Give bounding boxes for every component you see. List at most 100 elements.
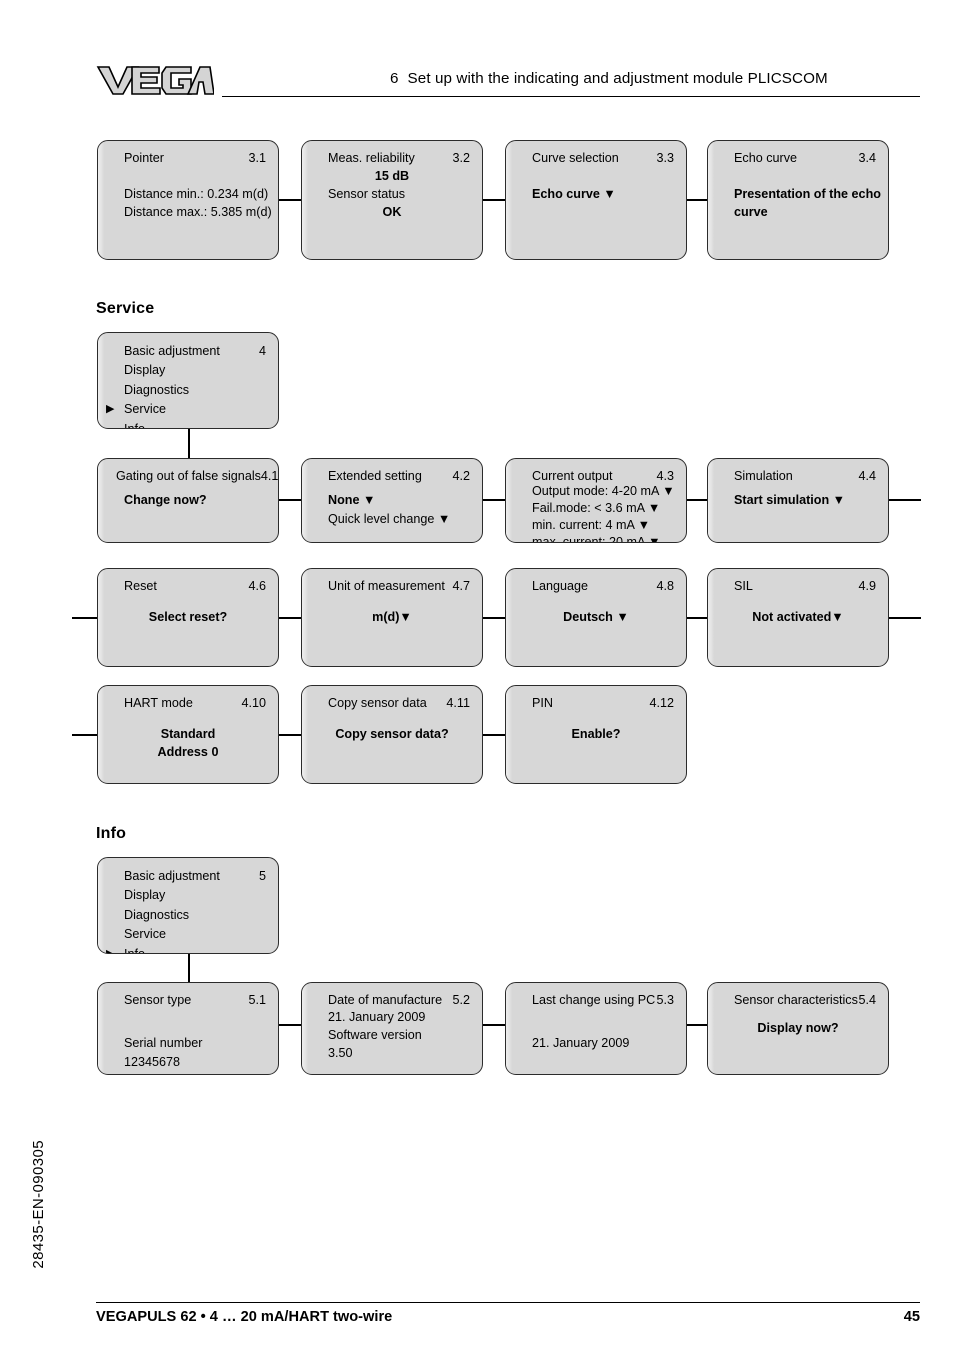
box-line: Select reset? (148, 610, 228, 624)
connector-4-9-wrap-right (889, 617, 921, 619)
box-header: Unit of measurement 4.7 (328, 578, 470, 594)
box-line: Sensor status (328, 187, 406, 201)
box-line: Output mode: 4-20 mA ▼ (532, 484, 675, 498)
connector-service-menu-to-4-1 (188, 429, 190, 461)
menu-box-4-8[interactable]: Language 4.8 Deutsch ▼ (505, 568, 687, 667)
page-title: 6 Set up with the indicating and adjustme… (390, 70, 920, 87)
box-line: Enable? (571, 727, 621, 741)
connector-4-1-to-4-2 (279, 499, 301, 501)
box-header: Copy sensor data 4.11 (328, 695, 470, 711)
connector-3-1-to-3-2 (279, 199, 301, 201)
menu-item-service[interactable]: Service (124, 925, 166, 944)
box-header: Language 4.8 (532, 578, 674, 594)
menu-item-label: Basic adjustment (124, 869, 220, 883)
box-header: Last change using PC 5.3 (532, 992, 674, 1008)
connector-5-3-to-5-4 (686, 1024, 707, 1026)
box-header: Simulation 4.4 (734, 468, 876, 484)
box-header: HART mode 4.10 (124, 695, 266, 711)
connector-4-2-to-4-3 (483, 499, 505, 501)
connector-4-10-wrap-left (72, 734, 97, 736)
box-header: Date of manufacture 5.2 (328, 992, 470, 1008)
menu-number: 4 (258, 344, 266, 358)
box-title: Date of manufacture (328, 993, 443, 1007)
menu-item-basic-adjustment[interactable]: Basic adjustment (124, 867, 220, 886)
box-line: Presentation of the echo (734, 187, 881, 201)
connector-4-6-to-4-7 (279, 617, 301, 619)
menu-item-diagnostics[interactable]: Diagnostics (124, 906, 189, 925)
box-title: Last change using PC (532, 993, 656, 1007)
box-line: Deutsch ▼ (563, 610, 629, 624)
menu-box-3-2[interactable]: Meas. reliability 3.2 15 dB Sensor statu… (301, 140, 483, 260)
menu-box-5-4[interactable]: Sensor characteristics 5.4 Display now? (707, 982, 889, 1075)
menu-item-display[interactable]: Display (124, 886, 165, 905)
box-index: 4.2 (452, 469, 470, 483)
menu-item-info[interactable]: Info (124, 420, 146, 429)
box-index: 4.4 (858, 469, 876, 483)
menu-item-display[interactable]: Display (124, 361, 165, 380)
box-index: 4.11 (446, 696, 470, 710)
box-index: 5.1 (248, 993, 266, 1007)
box-title: Pointer (124, 151, 164, 165)
menu-box-3-3[interactable]: Curve selection 3.3 Echo curve ▼ (505, 140, 687, 260)
box-line: Start simulation ▼ (734, 493, 846, 507)
box-header: Sensor type 5.1 (124, 992, 266, 1008)
menu-item-label: Diagnostics (124, 382, 190, 397)
menu-box-3-1[interactable]: Pointer 3.1 Distance min.: 0.234 m(d) Di… (97, 140, 279, 260)
box-line: Change now? (124, 493, 207, 507)
menu-box-4-9[interactable]: SIL 4.9 Not activated▼ (707, 568, 889, 667)
menu-box-4-7[interactable]: Unit of measurement 4.7 m(d)▼ (301, 568, 483, 667)
box-index: 4.1 (260, 469, 279, 483)
section-heading-info: Info (96, 825, 127, 842)
menu-box-4-11[interactable]: Copy sensor data 4.11 Copy sensor data? (301, 685, 483, 784)
box-index: 4.8 (656, 579, 674, 593)
box-index: 3.1 (248, 151, 266, 165)
menu-item-diagnostics[interactable]: Diagnostics (124, 381, 189, 400)
menu-box-service-list[interactable]: 4 Basic adjustment Display Diagnostics ▶… (97, 332, 279, 429)
box-index: 5.2 (452, 993, 470, 1007)
connector-4-11-to-4-12 (483, 734, 505, 736)
menu-box-4-12[interactable]: PIN 4.12 Enable? (505, 685, 687, 784)
box-line: Echo curve ▼ (532, 187, 616, 201)
menu-box-4-10[interactable]: HART mode 4.10 Standard Address 0 (97, 685, 279, 784)
menu-box-4-6[interactable]: Reset 4.6 Select reset? (97, 568, 279, 667)
box-line: Fail.mode: < 3.6 mA ▼ (532, 501, 661, 515)
menu-box-4-1[interactable]: Gating out of false signals 4.1 Change n… (97, 458, 279, 543)
menu-box-5-1[interactable]: Sensor type 5.1 Serial number 12345678 (97, 982, 279, 1075)
box-line: min. current: 4 mA ▼ (532, 518, 651, 532)
menu-item-service[interactable]: ▶ Service (106, 400, 166, 419)
box-title: Copy sensor data (328, 696, 427, 710)
connector-3-3-to-3-4 (686, 199, 707, 201)
box-title: Meas. reliability (328, 151, 415, 165)
menu-item-info[interactable]: ▶ Info (106, 945, 145, 953)
menu-item-label: Info (124, 421, 146, 429)
box-index: 3.3 (656, 151, 674, 165)
menu-box-5-2[interactable]: Date of manufacture 5.2 21. January 2009… (301, 982, 483, 1075)
box-line: 21. January 2009 (328, 1010, 426, 1024)
footer-divider (96, 1302, 920, 1303)
menu-item-label: Diagnostics (124, 907, 190, 922)
box-header: Echo curve 3.4 (734, 150, 876, 166)
box-line: Copy sensor data? (335, 727, 449, 741)
connector-5-1-to-5-2 (279, 1024, 301, 1026)
box-line: 12345678 (124, 1055, 181, 1069)
header-divider (222, 96, 920, 97)
menu-box-4-4[interactable]: Simulation 4.4 Start simulation ▼ (707, 458, 889, 543)
menu-item-basic-adjustment[interactable]: Basic adjustment (124, 342, 220, 361)
box-header: Reset 4.6 (124, 578, 266, 594)
menu-box-info-list[interactable]: 5 Basic adjustment Display Diagnostics S… (97, 857, 279, 954)
box-header: Current output 4.3 (532, 468, 674, 484)
connector-4-8-to-4-9 (686, 617, 707, 619)
box-index: 4.9 (858, 579, 876, 593)
menu-box-4-2[interactable]: Extended setting 4.2 None ▼ Quick level … (301, 458, 483, 543)
menu-item-label: Basic adjustment (124, 344, 220, 358)
document-page: 6 Set up with the indicating and adjustme… (0, 0, 954, 1354)
menu-item-label: Service (124, 402, 166, 417)
menu-number: 5 (258, 869, 266, 883)
box-line: OK (382, 205, 402, 219)
box-header: PIN 4.12 (532, 695, 674, 711)
menu-box-5-3[interactable]: Last change using PC 5.3 21. January 200… (505, 982, 687, 1075)
box-line: m(d)▼ (372, 610, 412, 624)
menu-box-3-4[interactable]: Echo curve 3.4 Presentation of the echo … (707, 140, 889, 260)
box-line: Distance min.: 0.234 m(d) (124, 187, 269, 201)
menu-box-4-3[interactable]: Current output 4.3 Output mode: 4-20 mA … (505, 458, 687, 543)
